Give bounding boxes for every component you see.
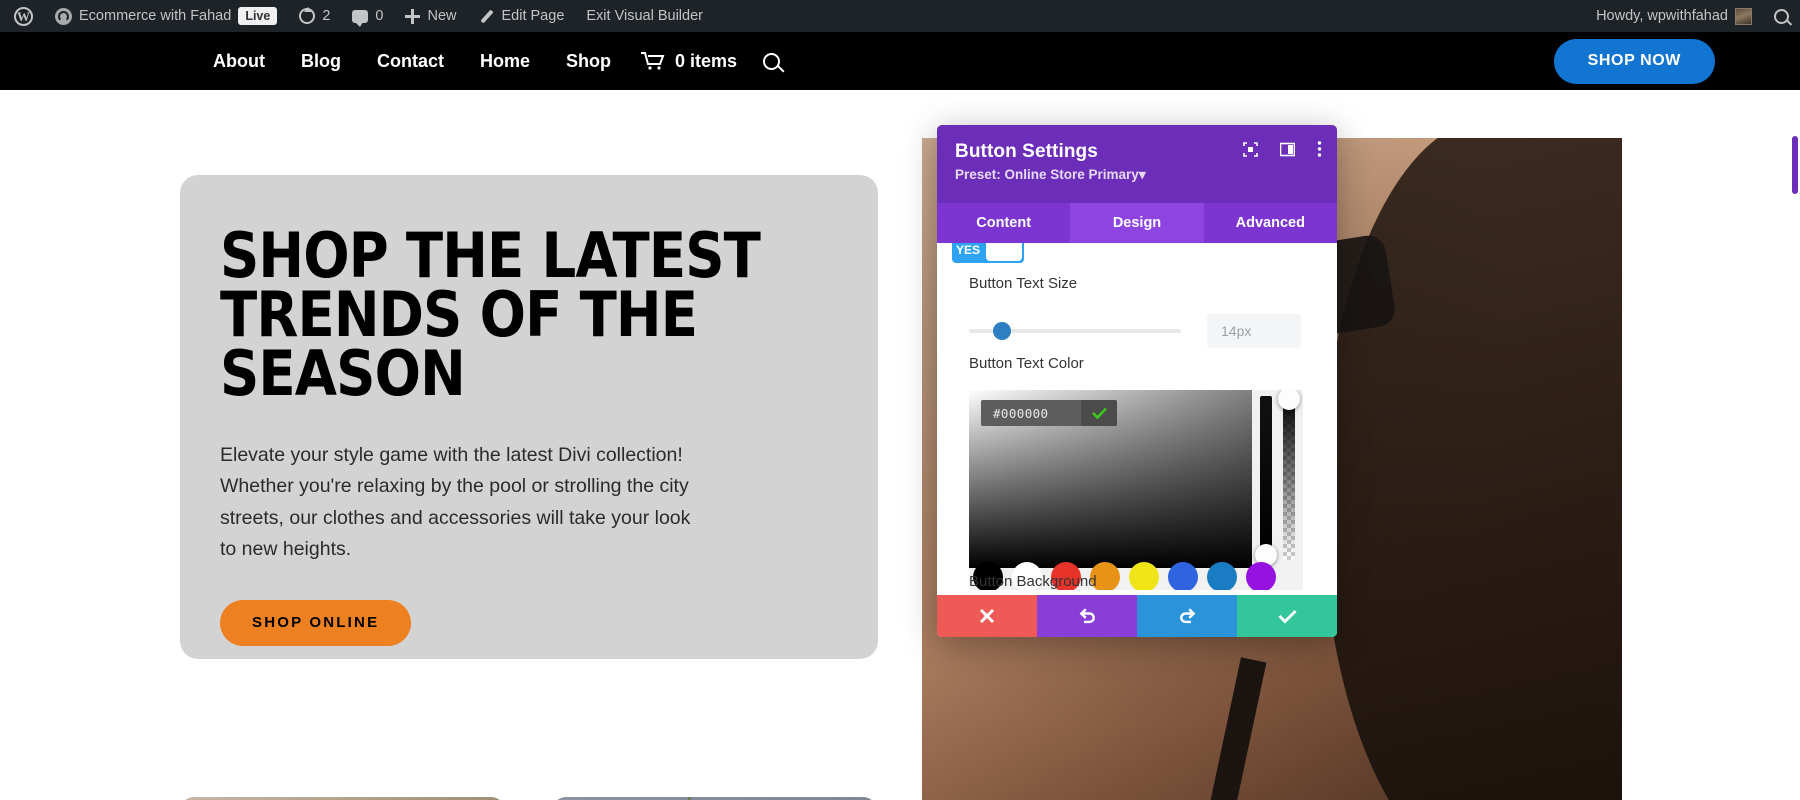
nav-item-shop[interactable]: Shop [548, 51, 629, 72]
hue-slider[interactable] [1255, 396, 1277, 566]
button-text-size-controls [969, 314, 1309, 348]
slider-handle[interactable] [993, 322, 1011, 340]
comments-icon [352, 9, 369, 27]
modal-tabs: Content Design Advanced [937, 203, 1337, 243]
edit-page-label: Edit Page [501, 8, 565, 24]
button-text-size-label: Button Text Size [969, 275, 1078, 292]
hero-image-strap [1203, 657, 1267, 800]
cart-item-count: 0 items [675, 50, 738, 71]
preset-label: Preset: Online Store Primary [955, 167, 1139, 182]
nav-item-home[interactable]: Home [462, 51, 548, 72]
revisions-menu[interactable]: 2 [288, 0, 341, 32]
redo-icon [1179, 608, 1195, 624]
new-content-menu[interactable]: New [394, 0, 467, 32]
site-header: About Blog Contact Home Shop 0 items SHO… [0, 32, 1800, 90]
alpha-slider-handle[interactable] [1278, 390, 1300, 410]
site-dashboard-icon [55, 7, 72, 25]
redo-button[interactable] [1137, 595, 1237, 637]
color-swatch-yellow[interactable] [1129, 562, 1159, 590]
admin-bar-left: W Ecommerce with Fahad Live 2 0 New Edit… [0, 0, 714, 32]
more-vertical-icon[interactable] [1317, 141, 1322, 162]
color-swatch-cyan[interactable] [1207, 562, 1237, 590]
admin-bar-right: Howdy, wpwithfahad [1582, 0, 1800, 32]
search-icon [1774, 8, 1789, 24]
modal-scrollbar[interactable] [1792, 136, 1798, 194]
close-icon [979, 608, 995, 624]
howdy-label: Howdy, wpwithfahad [1596, 8, 1728, 24]
hero-text-card: SHOP THE LATEST TRENDS OF THE SEASON Ele… [180, 175, 878, 659]
wordpress-logo-icon: W [14, 6, 33, 26]
new-label: New [427, 8, 457, 24]
preset-selector[interactable]: Preset: Online Store Primary▾ [955, 167, 1319, 183]
wp-admin-bar: W Ecommerce with Fahad Live 2 0 New Edit… [0, 0, 1800, 32]
page-title: SHOP THE LATEST TRENDS OF THE SEASON [220, 219, 761, 410]
nav-item-contact[interactable]: Contact [359, 51, 462, 72]
site-name-menu[interactable]: Ecommerce with Fahad Live [44, 0, 288, 32]
search-icon[interactable] [763, 52, 781, 70]
revisions-icon [299, 7, 316, 24]
nav-item-blog[interactable]: Blog [283, 51, 359, 72]
hero-paragraph: Elevate your style game with the latest … [220, 443, 691, 561]
button-text-size-field: Button Text Size [969, 275, 1309, 348]
cancel-button[interactable] [937, 595, 1037, 637]
color-swatch-purple[interactable] [1246, 562, 1276, 590]
panel-layout-icon[interactable] [1279, 142, 1296, 162]
admin-search-button[interactable] [1763, 0, 1800, 32]
pencil-icon [479, 8, 495, 24]
primary-navigation: About Blog Contact Home Shop 0 items [195, 51, 781, 72]
avatar [1735, 7, 1752, 25]
button-text-color-field: Button Text Color #000000 [969, 355, 1309, 590]
plus-icon [405, 8, 421, 24]
button-background-label: Button Background [969, 573, 1097, 590]
hex-color-input[interactable]: #000000 [981, 400, 1081, 426]
cart-link[interactable]: 0 items [629, 51, 737, 72]
shop-online-button[interactable]: SHOP ONLINE [220, 599, 412, 646]
toggle-yes-label: YES [955, 243, 980, 257]
use-custom-styles-toggle[interactable]: YES [952, 243, 1024, 263]
color-picker: #000000 [969, 390, 1303, 590]
undo-button[interactable] [1037, 595, 1137, 637]
check-icon [1277, 609, 1297, 624]
modal-header: Button Settings Preset: Online Store Pri… [937, 125, 1337, 203]
edit-page-menu[interactable]: Edit Page [468, 0, 576, 32]
alpha-slider[interactable] [1278, 390, 1300, 560]
hex-color-row: #000000 [981, 400, 1117, 426]
modal-body: YES Button Text Size Button Text Color #… [937, 243, 1337, 595]
undo-icon [1079, 608, 1095, 624]
modal-header-icons [1243, 141, 1322, 162]
revisions-count: 2 [322, 8, 331, 24]
nav-item-about[interactable]: About [195, 51, 283, 72]
button-text-size-slider[interactable] [969, 322, 1181, 340]
account-menu[interactable]: Howdy, wpwithfahad [1582, 0, 1763, 32]
exit-visual-builder-label: Exit Visual Builder [586, 8, 703, 24]
comments-menu[interactable]: 0 [341, 0, 394, 32]
page-canvas: SHOP THE LATEST TRENDS OF THE SEASON Ele… [0, 90, 1800, 800]
button-settings-modal: Button Settings Preset: Online Store Pri… [937, 125, 1337, 637]
modal-action-bar [937, 595, 1337, 637]
shopping-cart-icon [641, 52, 665, 70]
tab-content[interactable]: Content [937, 203, 1070, 243]
tab-design[interactable]: Design [1070, 203, 1204, 243]
wp-logo-menu[interactable]: W [0, 0, 44, 32]
focus-module-icon[interactable] [1243, 141, 1258, 162]
tab-advanced[interactable]: Advanced [1204, 203, 1337, 243]
chevron-down-icon: ▾ [1138, 167, 1146, 182]
color-swatch-blue[interactable] [1168, 562, 1198, 590]
button-text-size-input[interactable] [1207, 314, 1301, 348]
live-badge: Live [238, 7, 278, 25]
button-text-color-label: Button Text Color [969, 355, 1084, 372]
save-button[interactable] [1237, 595, 1337, 637]
shop-now-button[interactable]: SHOP NOW [1553, 38, 1715, 84]
site-name-label: Ecommerce with Fahad [79, 8, 232, 24]
hex-confirm-button[interactable] [1081, 400, 1117, 426]
toggle-knob [986, 243, 1022, 261]
exit-visual-builder-menu[interactable]: Exit Visual Builder [575, 0, 714, 32]
comments-count: 0 [375, 8, 384, 24]
